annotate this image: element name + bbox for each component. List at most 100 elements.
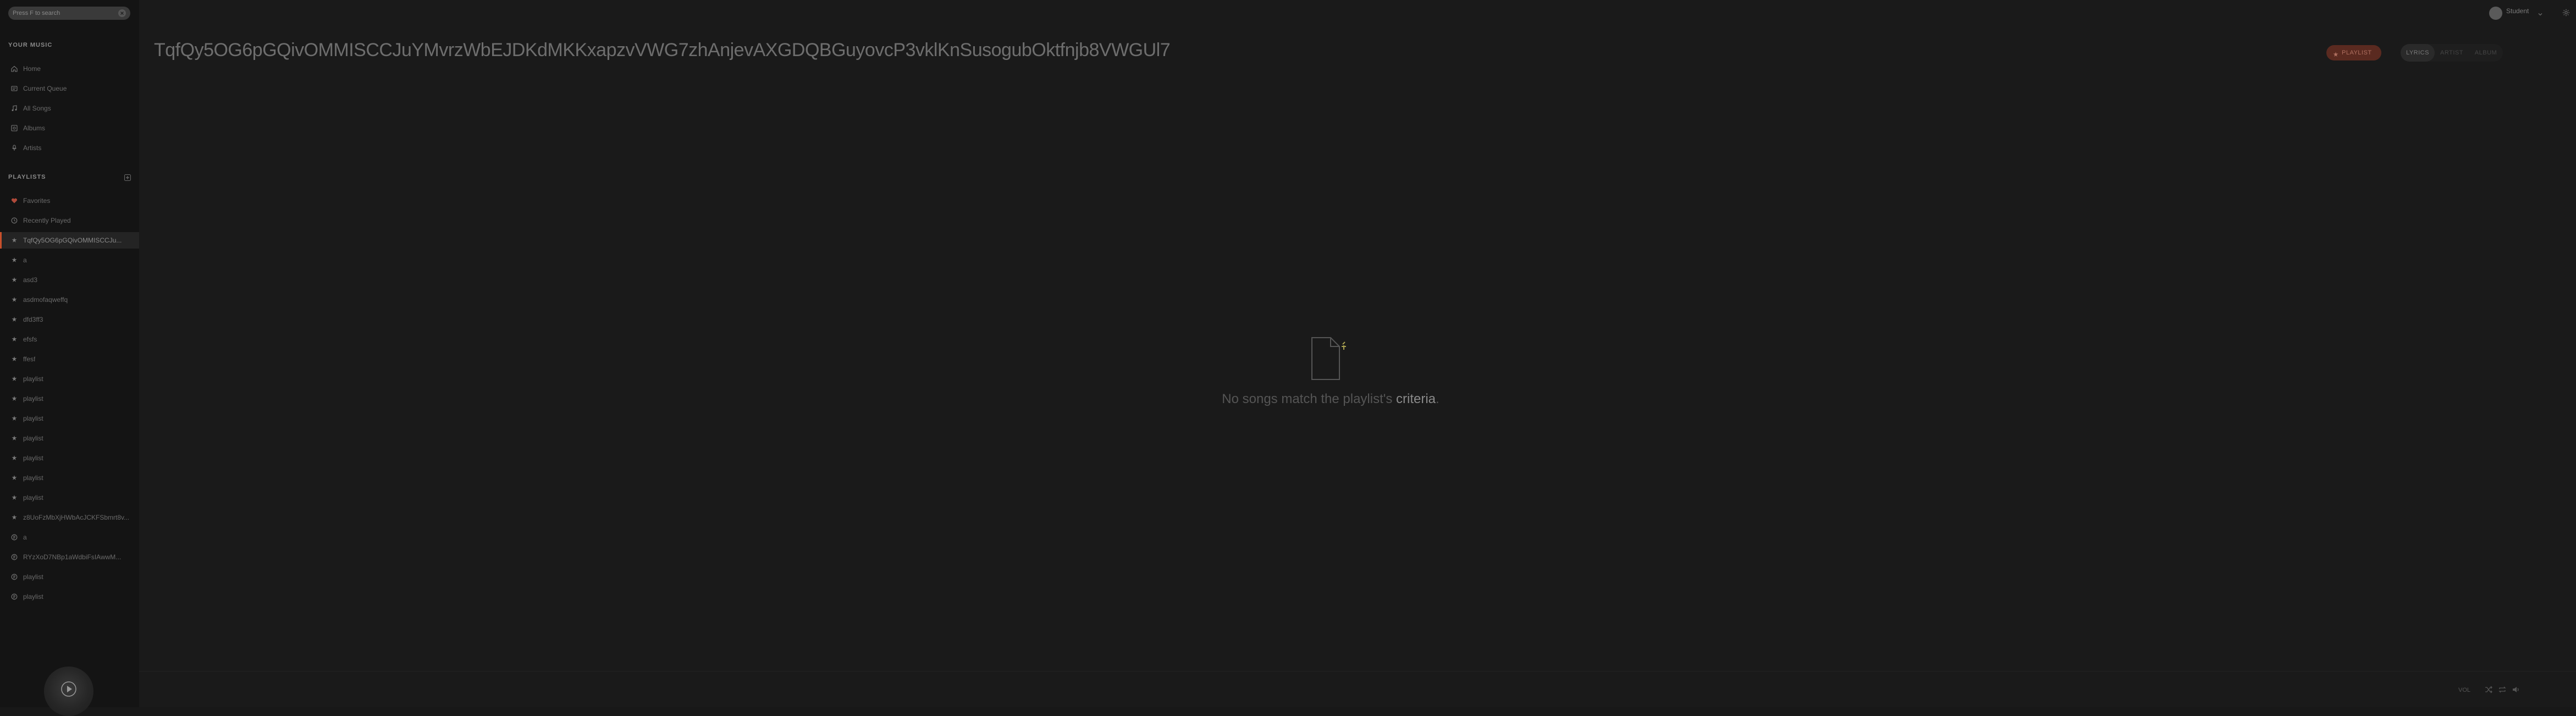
sidebar-playlist-item[interactable]: playlist bbox=[0, 470, 139, 486]
sidebar-item-label: TqfQy5OG6pGQivOMMISCCJu... bbox=[23, 236, 122, 244]
sidebar-item-label: Albums bbox=[23, 124, 46, 132]
sidebar-item-label: Artists bbox=[23, 144, 42, 152]
sidebar-playlist-item[interactable]: a bbox=[0, 252, 139, 268]
smart-playlist-icon bbox=[2333, 50, 2338, 57]
playlist-icon bbox=[11, 593, 18, 600]
main-panel: TqfQy5OG6pGQivOMMISCCJuYMvrzWbEJDKdMKKxa… bbox=[139, 0, 2576, 707]
avatar[interactable] bbox=[2489, 7, 2502, 20]
sidebar-playlist-item[interactable]: ffesf bbox=[0, 351, 139, 367]
smart-playlist-icon bbox=[11, 336, 18, 343]
smart-playlist-icon bbox=[11, 296, 18, 303]
shuffle-icon[interactable] bbox=[2484, 685, 2493, 694]
sidebar-playlist-item[interactable]: TqfQy5OG6pGQivOMMISCCJu... bbox=[0, 232, 139, 249]
sidebar-item-label: z8UoFzMbXjHWbAcJCKFSbmrt8v... bbox=[23, 514, 130, 521]
sidebar-item-label: playlist bbox=[23, 593, 43, 601]
sidebar-item-label: dfd3ff3 bbox=[23, 316, 43, 323]
sidebar-item-label: playlist bbox=[23, 375, 43, 383]
playlist-icon bbox=[11, 554, 18, 560]
add-playlist-icon[interactable] bbox=[124, 174, 131, 181]
empty-state-message: No songs match the playlist's criteria. bbox=[1166, 392, 1496, 407]
sidebar-item-label: playlist bbox=[23, 494, 43, 502]
sidebar-item-label: efsfs bbox=[23, 335, 37, 343]
extra-panel-tabs: LYRICS ARTIST ALBUM bbox=[2401, 44, 2503, 62]
sidebar-item-label: Favorites bbox=[23, 197, 51, 205]
volume-label: VOL bbox=[2458, 687, 2471, 693]
sidebar-playlist-item[interactable]: playlist bbox=[0, 588, 139, 605]
sidebar-item-label: asd3 bbox=[23, 276, 38, 284]
your-music-heading: YOUR MUSIC bbox=[8, 42, 53, 48]
sidebar-item-label: playlist bbox=[23, 395, 43, 403]
playlist-button-label: PLAYLIST bbox=[2342, 49, 2372, 56]
sidebar-playlist-item[interactable]: playlist bbox=[0, 569, 139, 585]
page-title: TqfQy5OG6pGQivOMMISCCJuYMvrzWbEJDKdMKKxa… bbox=[154, 40, 1171, 60]
search-box[interactable] bbox=[8, 7, 130, 20]
tab-artist[interactable]: ARTIST bbox=[2435, 44, 2469, 62]
sidebar-item-label: Current Queue bbox=[23, 85, 67, 92]
sidebar-playlist-item[interactable]: asd3 bbox=[0, 272, 139, 288]
sidebar-item-label: asdmofaqweffq bbox=[23, 296, 68, 304]
smart-playlist-icon bbox=[11, 376, 18, 382]
sidebar-playlist-item[interactable]: RYzXoD7NBp1aWdbiFsIAwwM... bbox=[0, 549, 139, 565]
playlists-heading: PLAYLISTS bbox=[8, 174, 46, 180]
clear-search-icon[interactable] bbox=[118, 9, 126, 17]
sidebar-playlist-item[interactable]: playlist bbox=[0, 390, 139, 407]
sidebar-item-label: playlist bbox=[23, 573, 43, 581]
smart-playlist-icon bbox=[11, 277, 18, 283]
smart-playlist-icon bbox=[11, 435, 18, 442]
clock-icon bbox=[11, 217, 18, 224]
playlist-icon bbox=[11, 534, 18, 541]
sidebar-item-label: playlist bbox=[23, 434, 43, 442]
album-icon bbox=[11, 125, 18, 131]
sidebar-playlist-item[interactable]: Favorites bbox=[0, 192, 139, 209]
sidebar-item-label: playlist bbox=[23, 474, 43, 482]
sidebar-playlist-item[interactable]: a bbox=[0, 529, 139, 546]
sidebar-item-label: Home bbox=[23, 65, 41, 73]
queue-icon bbox=[11, 85, 18, 92]
sidebar-playlist-item[interactable]: dfd3ff3 bbox=[0, 311, 139, 328]
sidebar-item-albums[interactable]: Albums bbox=[0, 120, 139, 136]
search-input[interactable] bbox=[13, 7, 117, 20]
sidebar-item-label: RYzXoD7NBp1aWdbiFsIAwwM... bbox=[23, 553, 122, 561]
sidebar-item-all-songs[interactable]: All Songs bbox=[0, 100, 139, 117]
sidebar-item-artists[interactable]: Artists bbox=[0, 140, 139, 156]
sidebar-item-label: playlist bbox=[23, 454, 43, 462]
sidebar-playlist-item[interactable]: asdmofaqweffq bbox=[0, 291, 139, 308]
sidebar-playlist-item[interactable]: playlist bbox=[0, 410, 139, 427]
sidebar-item-label: ffesf bbox=[23, 355, 36, 363]
repeat-icon[interactable] bbox=[2498, 685, 2507, 694]
smart-playlist-icon bbox=[11, 475, 18, 481]
sidebar-playlist-item[interactable]: playlist bbox=[0, 489, 139, 506]
empty-message-prefix: No songs match the playlist's bbox=[1222, 392, 1397, 406]
sidebar-item-label: All Songs bbox=[23, 104, 51, 112]
empty-state: No songs match the playlist's criteria. bbox=[1166, 337, 1496, 419]
sidebar-item-label: playlist bbox=[23, 415, 43, 422]
sidebar: YOUR MUSIC Home Current Queue All Songs Alb… bbox=[0, 0, 139, 716]
gear-icon[interactable] bbox=[2562, 9, 2570, 16]
tab-album[interactable]: ALBUM bbox=[2469, 44, 2503, 62]
sidebar-item-current-queue[interactable]: Current Queue bbox=[0, 80, 139, 97]
sidebar-item-home[interactable]: Home bbox=[0, 60, 139, 77]
empty-message-suffix: . bbox=[1436, 392, 1439, 406]
smart-playlist-icon bbox=[11, 415, 18, 422]
play-icon[interactable] bbox=[60, 681, 77, 697]
tab-lyrics[interactable]: LYRICS bbox=[2401, 44, 2435, 62]
user-name[interactable]: Student bbox=[2506, 7, 2529, 15]
sidebar-playlist-item[interactable]: z8UoFzMbXjHWbAcJCKFSbmrt8v... bbox=[0, 509, 139, 526]
smart-playlist-icon bbox=[11, 316, 18, 323]
sidebar-playlist-item[interactable]: playlist bbox=[0, 371, 139, 387]
document-icon bbox=[1311, 337, 1349, 381]
sidebar-playlist-item[interactable]: Recently Played bbox=[0, 212, 139, 229]
smart-playlist-icon bbox=[11, 257, 18, 263]
sidebar-playlist-item[interactable]: playlist bbox=[0, 450, 139, 466]
playlist-context-button[interactable]: PLAYLIST bbox=[2326, 45, 2381, 60]
sidebar-playlist-item[interactable]: efsfs bbox=[0, 331, 139, 348]
smart-playlist-icon bbox=[11, 395, 18, 402]
volume-icon[interactable] bbox=[2512, 685, 2520, 694]
sidebar-playlist-item[interactable]: playlist bbox=[0, 430, 139, 447]
heart-icon bbox=[11, 197, 18, 204]
smart-playlist-icon bbox=[11, 356, 18, 362]
empty-message-emphasis: criteria bbox=[1396, 392, 1436, 406]
sidebar-item-label: a bbox=[23, 256, 27, 264]
chevron-down-icon[interactable] bbox=[2538, 10, 2543, 16]
playlist-icon bbox=[11, 574, 18, 580]
